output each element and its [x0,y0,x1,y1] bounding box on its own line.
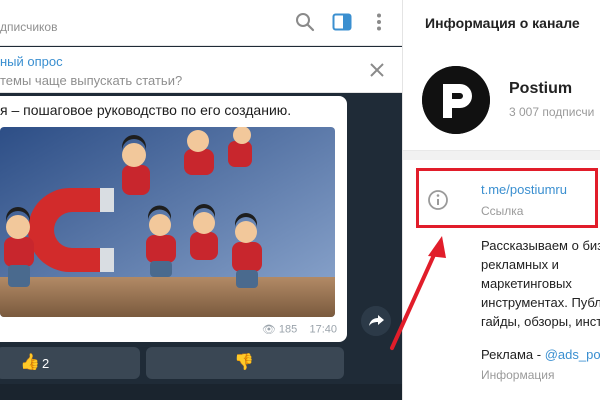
more-vertical-icon[interactable] [368,11,390,33]
chat-header: дписчиков [0,0,402,46]
reaction-thumbs-down[interactable]: 👎 [146,347,344,379]
subscriber-count: 3 007 подписчи [509,105,595,119]
red-arrow-icon [390,236,446,350]
channel-avatar[interactable] [422,66,490,134]
thumbs-down-icon: 👎 [234,354,254,371]
reaction-count: 2 [42,356,50,371]
chat-subtitle: дписчиков [0,20,58,34]
close-icon[interactable] [369,62,385,78]
section-divider [403,150,600,160]
message-time: 17:40 [309,323,337,336]
panel-title: Информация о канале [425,15,580,31]
thumbs-up-icon: 👍 [20,354,40,371]
ads-contact: Реклама - @ads_post [481,347,600,362]
pinned-text: темы чаще выпускать статьи? [0,73,183,88]
ads-label: Информация [481,368,555,382]
ads-prefix: Реклама - [481,347,545,362]
search-icon[interactable] [294,11,316,33]
message-meta: 👁 185 17:40 [261,323,337,337]
ads-handle-link[interactable]: @ads_post [545,347,600,362]
highlight-box [416,168,598,228]
pinned-title: ный опрос [0,54,63,69]
message-bubble: я – пошаговое руководство по его создани… [0,96,347,342]
channel-description: Рассказываем о биз рекламных и маркетинг… [481,238,600,329]
pinned-poll[interactable]: ный опрос темы чаще выпускать статьи? [0,47,402,93]
view-count: 185 [278,323,298,336]
eye-icon: 👁 [261,324,276,336]
chat-pane: дписчиков ный опрос темы чаще выпускать … [0,0,402,400]
channel-name: Postium [509,80,573,97]
message-text: я – пошаговое руководство по его создани… [0,102,292,118]
sidebar-toggle-icon[interactable] [331,11,353,33]
reaction-thumbs-up[interactable]: 👍 2 [0,347,140,379]
magnet-figures-image[interactable] [0,127,335,317]
chat-bottom-strip [0,384,402,400]
